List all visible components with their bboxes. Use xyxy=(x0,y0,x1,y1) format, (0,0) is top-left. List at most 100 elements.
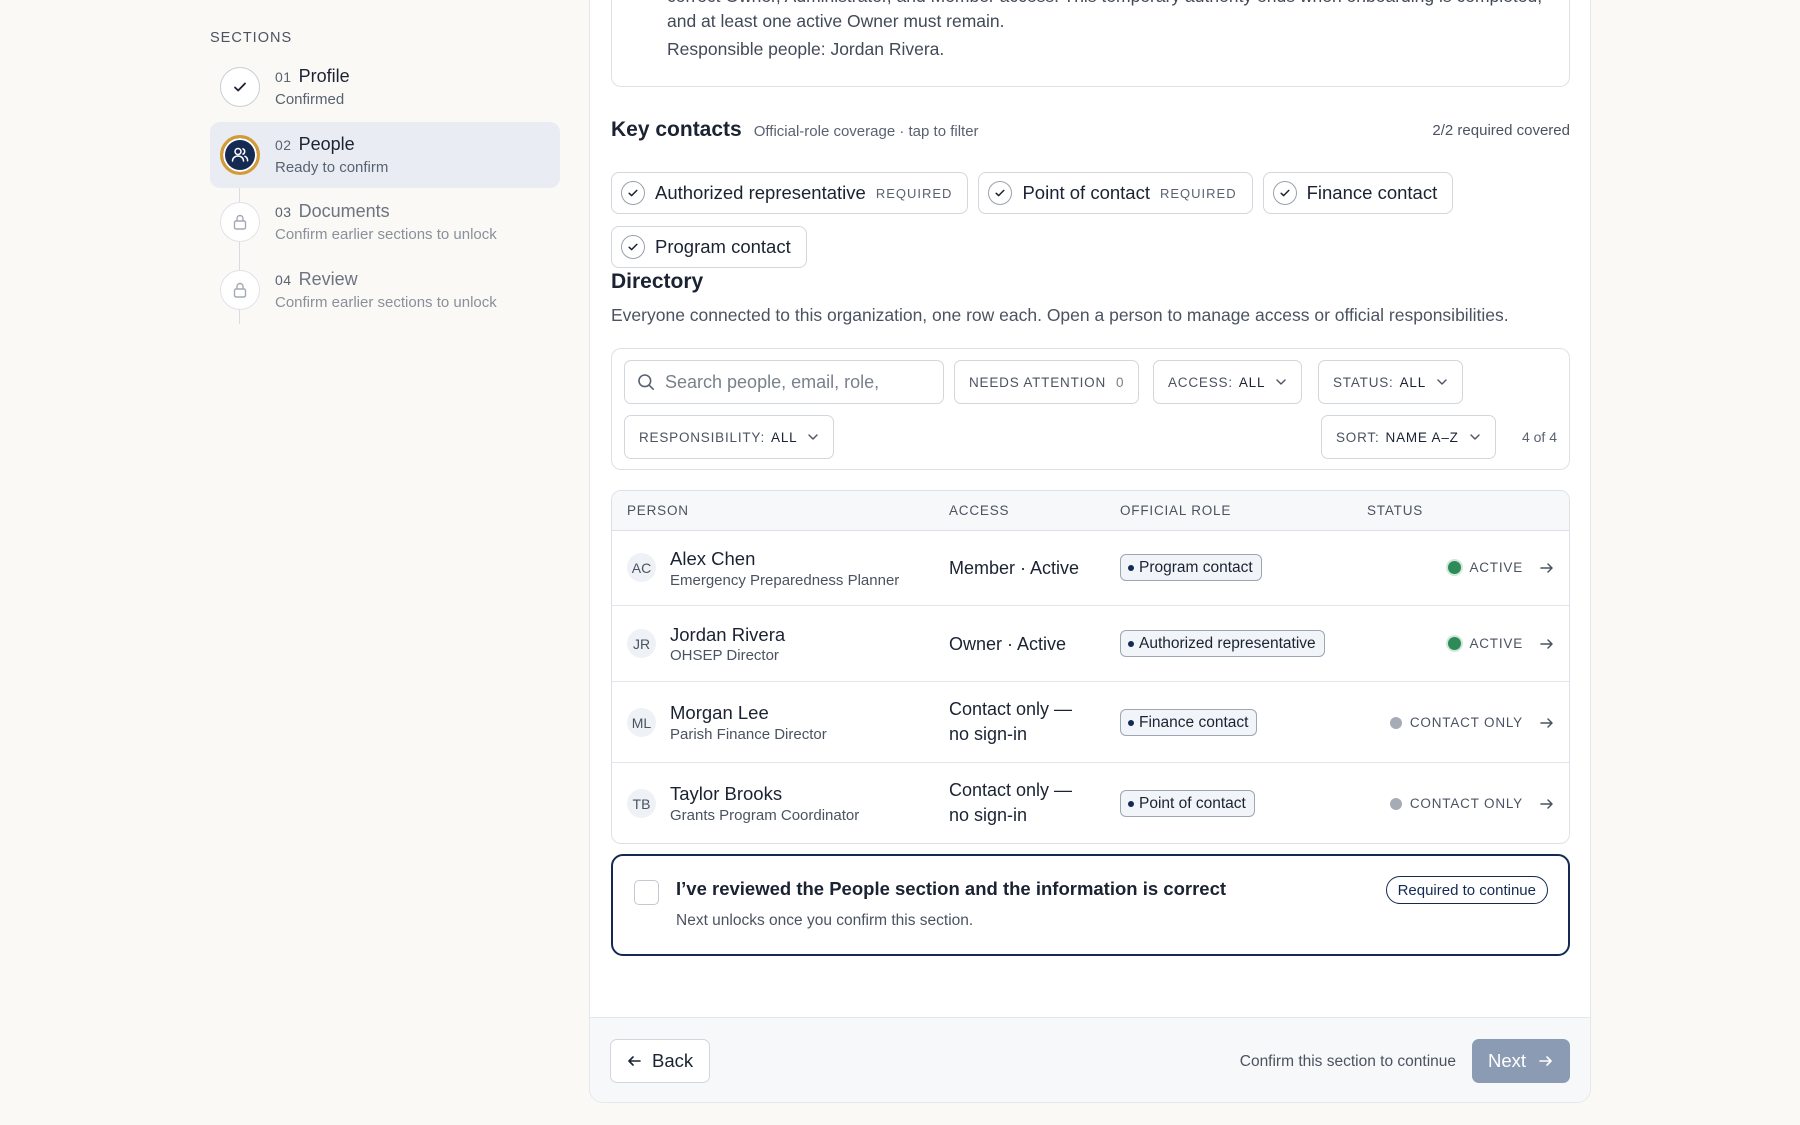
required-tag: REQUIRED xyxy=(875,185,953,201)
status-badge: ACTIVE xyxy=(1448,636,1523,651)
check-circle-icon xyxy=(621,235,645,259)
step-status: Ready to confirm xyxy=(275,158,389,176)
search-input[interactable] xyxy=(665,371,925,393)
arrow-right-icon[interactable] xyxy=(1539,560,1555,576)
avatar: TB xyxy=(627,789,656,818)
step-number: 04 xyxy=(275,271,292,288)
chip-program-contact[interactable]: Program contact xyxy=(611,226,807,268)
chevron-down-icon xyxy=(1469,431,1481,443)
column-person: PERSON xyxy=(627,503,689,518)
column-status: STATUS xyxy=(1367,503,1424,518)
sort-select[interactable]: SORT: NAME A–Z xyxy=(1321,415,1496,459)
chip-authorized-representative[interactable]: Authorized representative REQUIRED xyxy=(611,172,969,214)
role-label: Finance contact xyxy=(1139,713,1249,731)
step-status: Confirmed xyxy=(275,91,345,108)
step-title: Documents xyxy=(298,201,390,221)
filter-label: NEEDS ATTENTION xyxy=(969,374,1107,390)
role-label: Program contact xyxy=(1139,558,1253,576)
contact-status-dot xyxy=(1389,716,1402,729)
footer-hint: Confirm this section to continue xyxy=(1239,1053,1456,1070)
chip-label: Program contact xyxy=(655,236,791,257)
person-name: Morgan Lee xyxy=(670,702,769,723)
step-number: 02 xyxy=(275,136,292,153)
responsible-people: Responsible people: Jordan Rivera. xyxy=(667,39,945,59)
people-table: PERSON ACCESS OFFICIAL ROLE STATUS AC Al… xyxy=(611,490,1570,844)
status-badge: CONTACT ONLY xyxy=(1389,796,1523,811)
step-title: Review xyxy=(298,268,358,289)
search-field[interactable] xyxy=(624,360,944,404)
status-label: ACTIVE xyxy=(1469,560,1523,575)
people-icon xyxy=(220,134,260,175)
person-title: Parish Finance Director xyxy=(670,726,827,743)
filter-label: ACCESS: xyxy=(1168,374,1233,390)
access-filter[interactable]: ACCESS: ALL xyxy=(1153,360,1303,404)
back-label: Back xyxy=(652,1050,694,1071)
status-label: CONTACT ONLY xyxy=(1409,715,1523,730)
step-status: Confirm earlier sections to unlock xyxy=(275,293,497,311)
table-row[interactable]: JR Jordan Rivera OHSEP Director Owner · … xyxy=(612,606,1569,682)
access-level: Member · Active xyxy=(949,558,1080,578)
confirm-checkbox[interactable] xyxy=(634,880,659,905)
directory-filters: NEEDS ATTENTION 0 ACCESS: ALL STATUS: AL… xyxy=(611,348,1570,470)
avatar: JR xyxy=(627,629,656,658)
people-section-card: While this imported organization is bein… xyxy=(589,0,1591,1103)
official-role-badge: Point of contact xyxy=(1120,790,1255,817)
access-level: Contact only — no sign-in xyxy=(949,699,1073,744)
person-title: OHSEP Director xyxy=(670,647,779,664)
status-filter[interactable]: STATUS: ALL xyxy=(1318,360,1464,404)
filter-label: STATUS: xyxy=(1333,374,1394,390)
step-people[interactable]: 02 People Ready to confirm xyxy=(210,121,560,188)
step-list: 01 Profile Confirmed 02 People Ready to … xyxy=(210,54,560,324)
chip-finance-contact[interactable]: Finance contact xyxy=(1262,172,1454,214)
step-review: 04 Review Confirm earlier sections to un… xyxy=(210,257,560,323)
needs-attention-filter[interactable]: NEEDS ATTENTION 0 xyxy=(954,360,1140,404)
contact-status-dot xyxy=(1389,797,1402,810)
result-count: 4 of 4 xyxy=(1521,429,1557,445)
table-header: PERSON ACCESS OFFICIAL ROLE STATUS xyxy=(612,491,1569,531)
sections-sidebar: SECTIONS 01 Profile Confirmed 02 People … xyxy=(210,30,560,324)
status-label: ACTIVE xyxy=(1469,636,1523,651)
key-contacts-hint: Official-role coverage · tap to filter xyxy=(753,123,979,140)
table-row[interactable]: TB Taylor Brooks Grants Program Coordina… xyxy=(612,763,1569,843)
official-role-badge: Authorized representative xyxy=(1120,630,1325,657)
lock-icon xyxy=(220,269,260,310)
check-icon xyxy=(220,67,260,107)
sidebar-heading: SECTIONS xyxy=(210,30,293,46)
check-circle-icon xyxy=(988,181,1013,205)
directory-title: Directory xyxy=(611,270,704,293)
chevron-down-icon xyxy=(1275,376,1287,388)
person-name: Alex Chen xyxy=(670,548,756,569)
responsibility-filter[interactable]: RESPONSIBILITY: ALL xyxy=(624,415,835,459)
step-documents: 03 Documents Confirm earlier sections to… xyxy=(210,189,560,255)
table-row[interactable]: AC Alex Chen Emergency Preparedness Plan… xyxy=(612,531,1569,606)
avatar: AC xyxy=(627,553,656,582)
step-number: 01 xyxy=(275,69,292,85)
filter-value: ALL xyxy=(771,429,798,445)
step-number: 03 xyxy=(275,204,292,220)
required-pill: Required to continue xyxy=(1385,876,1548,904)
chip-point-of-contact[interactable]: Point of contact REQUIRED xyxy=(978,172,1253,214)
lock-icon xyxy=(220,202,260,242)
key-contacts-title: Key contacts xyxy=(611,118,742,141)
onboarding-authority-notice: While this imported organization is bein… xyxy=(611,0,1570,87)
next-label: Next xyxy=(1487,1050,1527,1071)
chevron-down-icon xyxy=(807,431,819,443)
table-row[interactable]: ML Morgan Lee Parish Finance Director Co… xyxy=(612,682,1569,763)
filter-value: ALL xyxy=(1238,374,1266,390)
arrow-right-icon[interactable] xyxy=(1539,636,1555,652)
role-label: Authorized representative xyxy=(1139,634,1316,652)
column-access: ACCESS xyxy=(949,503,1010,518)
status-badge: ACTIVE xyxy=(1448,560,1523,575)
back-button[interactable]: Back xyxy=(610,1039,711,1083)
confirm-label: I’ve reviewed the People section and the… xyxy=(676,878,1227,899)
filter-value: ALL xyxy=(1399,374,1427,390)
column-official-role: OFFICIAL ROLE xyxy=(1120,503,1232,518)
status-label: CONTACT ONLY xyxy=(1409,796,1523,811)
step-profile[interactable]: 01 Profile Confirmed xyxy=(210,54,560,120)
check-circle-icon xyxy=(1272,181,1297,205)
arrow-right-icon[interactable] xyxy=(1539,715,1555,731)
step-title: Profile xyxy=(298,66,350,86)
arrow-right-icon[interactable] xyxy=(1539,796,1555,812)
key-contacts-header: Key contacts Official-role coverage · ta… xyxy=(611,115,1570,145)
next-button[interactable]: Next xyxy=(1472,1039,1570,1083)
